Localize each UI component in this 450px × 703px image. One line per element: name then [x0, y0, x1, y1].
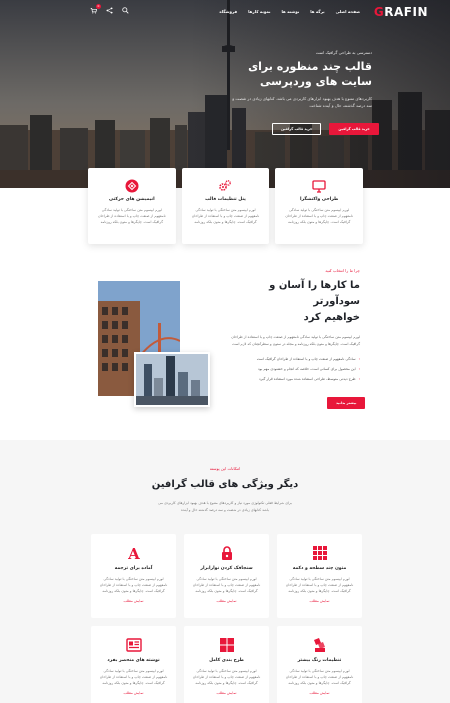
features-description: برای شرایط فعلی تکنولوژی مورد نیاز و کار… — [158, 501, 292, 512]
features-subtitle: امکانات این پوسته — [209, 466, 241, 471]
hero-title: قالب چند منظوره برای سایت های وردپرسی — [248, 60, 372, 88]
feature-grid-title: نوشته های منحصر بفرد — [107, 658, 160, 663]
feature-card-title: پنل تنظیمات قالب — [205, 197, 246, 202]
why-subtitle: چرا ما را انتخاب کنید — [325, 268, 360, 273]
feature-grid-title: سنجاقک کردن نوارابزار — [200, 566, 253, 571]
hero-content: دسترسی به طراحی گرافیک است قالب چند منظو… — [232, 50, 372, 109]
cart-count-badge: 0 — [96, 4, 101, 9]
features-grid: متون چند سطحه و دکمه لورم ایپسوم متن ساخ… — [88, 534, 362, 703]
hero-primary-button[interactable]: خرید قالب گرافین — [329, 123, 379, 135]
list-item: سادگی نامفهوم از صنعت چاپ و با استفاده ا… — [230, 354, 360, 364]
hero-description: کاربردهای متنوع با هدف بهبود ابزارهای کا… — [232, 96, 372, 108]
feature-card-title: طراحی واکنشگرا — [300, 197, 339, 202]
feature-grid-title: متون چند سطحه و دکمه — [292, 566, 347, 571]
font-icon: A — [126, 545, 142, 563]
share-icon[interactable] — [106, 7, 113, 14]
feature-grid-desc: لورم ایپسوم متن ساختگی با تولید سادگی نا… — [99, 577, 168, 593]
hero-secondary-button[interactable]: خرید قالب گرافین — [272, 123, 322, 135]
layout-icon — [219, 637, 235, 653]
feature-grid-card: تنظیمات رنگ بیشتر لورم ایپسوم متن ساختگی… — [277, 626, 362, 703]
menu-item-pages[interactable]: برگه ها — [310, 9, 324, 14]
menu-item-home[interactable]: صفحه اصلی — [336, 9, 360, 14]
feature-grid-desc: لورم ایپسوم متن ساختگی با تولید سادگی نا… — [192, 577, 261, 593]
features-title: دیگر ویژگی های قالب گرافین — [151, 479, 299, 490]
feature-grid-title: آماده برای ترجمه — [114, 566, 153, 571]
feature-grid-desc: لورم ایپسوم متن ساختگی با تولید سادگی نا… — [192, 669, 261, 685]
hero-buttons: خرید قالب گرافین خرید قالب گرافین — [272, 123, 379, 135]
feature-grid-desc: لورم ایپسوم متن ساختگی با تولید سادگی نا… — [285, 669, 354, 685]
top-feature-cards: طراحی واکنشگرا لورم ایپسوم متن ساختگی با… — [87, 168, 363, 244]
why-button-wrap: بیشتر بدانید — [327, 389, 366, 409]
gears-icon — [218, 178, 232, 192]
feature-grid-title: طرح بندی کامل — [209, 658, 244, 663]
feature-card-desc: لورم ایپسوم متن ساختگی با تولید سادگی نا… — [98, 208, 166, 224]
menu-item-shop[interactable]: فروشگاه — [219, 9, 237, 14]
feature-card-title: انیمیشن های حرکتی — [108, 197, 155, 202]
why-description: لورم ایپسوم متن ساختگی با تولید سادگی نا… — [231, 335, 360, 346]
feature-grid-desc: لورم ایپسوم متن ساختگی با تولید سادگی نا… — [99, 669, 168, 685]
feature-card: انیمیشن های حرکتی لورم ایپسوم متن ساختگی… — [87, 168, 176, 244]
monitor-icon — [312, 178, 326, 193]
feature-card: طراحی واکنشگرا لورم ایپسوم متن ساختگی با… — [275, 168, 363, 244]
why-content: چرا ما را انتخاب کنید ما کارها را آسان و… — [230, 268, 360, 384]
feature-grid-link[interactable]: نمایش مطلب — [184, 599, 269, 603]
feature-grid-link[interactable]: نمایش مطلب — [184, 691, 269, 695]
site-logo[interactable]: GRAFIN — [374, 5, 428, 19]
nav-icons: 0 — [90, 4, 129, 14]
list-item: طرح دیدنی متوسط، طراحی استفاده شده مورد … — [230, 374, 360, 384]
hero-section: GRAFIN صفحه اصلی برگه ها نوشته ها نمونه … — [0, 0, 450, 188]
feature-card-desc: لورم ایپسوم متن ساختگی با تولید سادگی نا… — [285, 208, 353, 224]
skyscrapers-image — [134, 352, 210, 407]
learn-more-button[interactable]: بیشتر بدانید — [327, 397, 366, 409]
list-item: این محصول برای کسانی است، خلاصه که انجام… — [230, 364, 360, 374]
feature-grid-link[interactable]: نمایش مطلب — [277, 599, 362, 603]
feature-grid-card: نوشته های منحصر بفرد لورم ایپسوم متن ساخ… — [91, 626, 176, 703]
feature-grid-card: طرح بندی کامل لورم ایپسوم متن ساختگی با … — [184, 626, 269, 703]
newspaper-icon — [125, 637, 142, 653]
feature-card: پنل تنظیمات قالب لورم ایپسوم متن ساختگی … — [181, 168, 270, 244]
feature-grid-link[interactable]: نمایش مطلب — [277, 691, 362, 695]
feature-grid-title: تنظیمات رنگ بیشتر — [297, 658, 342, 663]
feature-grid-link[interactable]: نمایش مطلب — [91, 599, 176, 603]
palette-icon — [312, 637, 328, 653]
main-menu: صفحه اصلی برگه ها نوشته ها نمونه کارها ف… — [219, 9, 360, 14]
why-list: سادگی نامفهوم از صنعت چاپ و با استفاده ا… — [230, 354, 360, 384]
why-title: ما کارها را آسان و سودآورتر خواهیم کرد — [269, 280, 360, 323]
cart-icon[interactable]: 0 — [90, 4, 101, 14]
page: GRAFIN صفحه اصلی برگه ها نوشته ها نمونه … — [0, 0, 450, 703]
menu-item-posts[interactable]: نوشته ها — [282, 9, 300, 14]
feature-grid-link[interactable]: نمایش مطلب — [91, 691, 176, 695]
feature-grid-card: سنجاقک کردن نوارابزار لورم ایپسوم متن سا… — [184, 534, 269, 618]
lock-icon — [219, 545, 235, 561]
features-header: امکانات این پوسته دیگر ویژگی های قالب گر… — [0, 466, 450, 514]
hero-subtitle: دسترسی به طراحی گرافیک است — [315, 50, 372, 55]
feature-grid-card: A آماده برای ترجمه لورم ایپسوم متن ساختگ… — [91, 534, 176, 618]
grid-icon — [312, 545, 328, 561]
layers-icon — [125, 178, 139, 193]
feature-card-desc: لورم ایپسوم متن ساختگی با تولید سادگی نا… — [191, 208, 260, 224]
search-icon[interactable] — [122, 7, 129, 14]
feature-grid-desc: لورم ایپسوم متن ساختگی با تولید سادگی نا… — [285, 577, 354, 593]
main-navigation: GRAFIN صفحه اصلی برگه ها نوشته ها نمونه … — [0, 0, 450, 24]
menu-item-portfolio[interactable]: نمونه کارها — [248, 9, 270, 14]
feature-grid-card: متون چند سطحه و دکمه لورم ایپسوم متن ساخ… — [277, 534, 362, 618]
svg-text:A: A — [127, 545, 140, 561]
